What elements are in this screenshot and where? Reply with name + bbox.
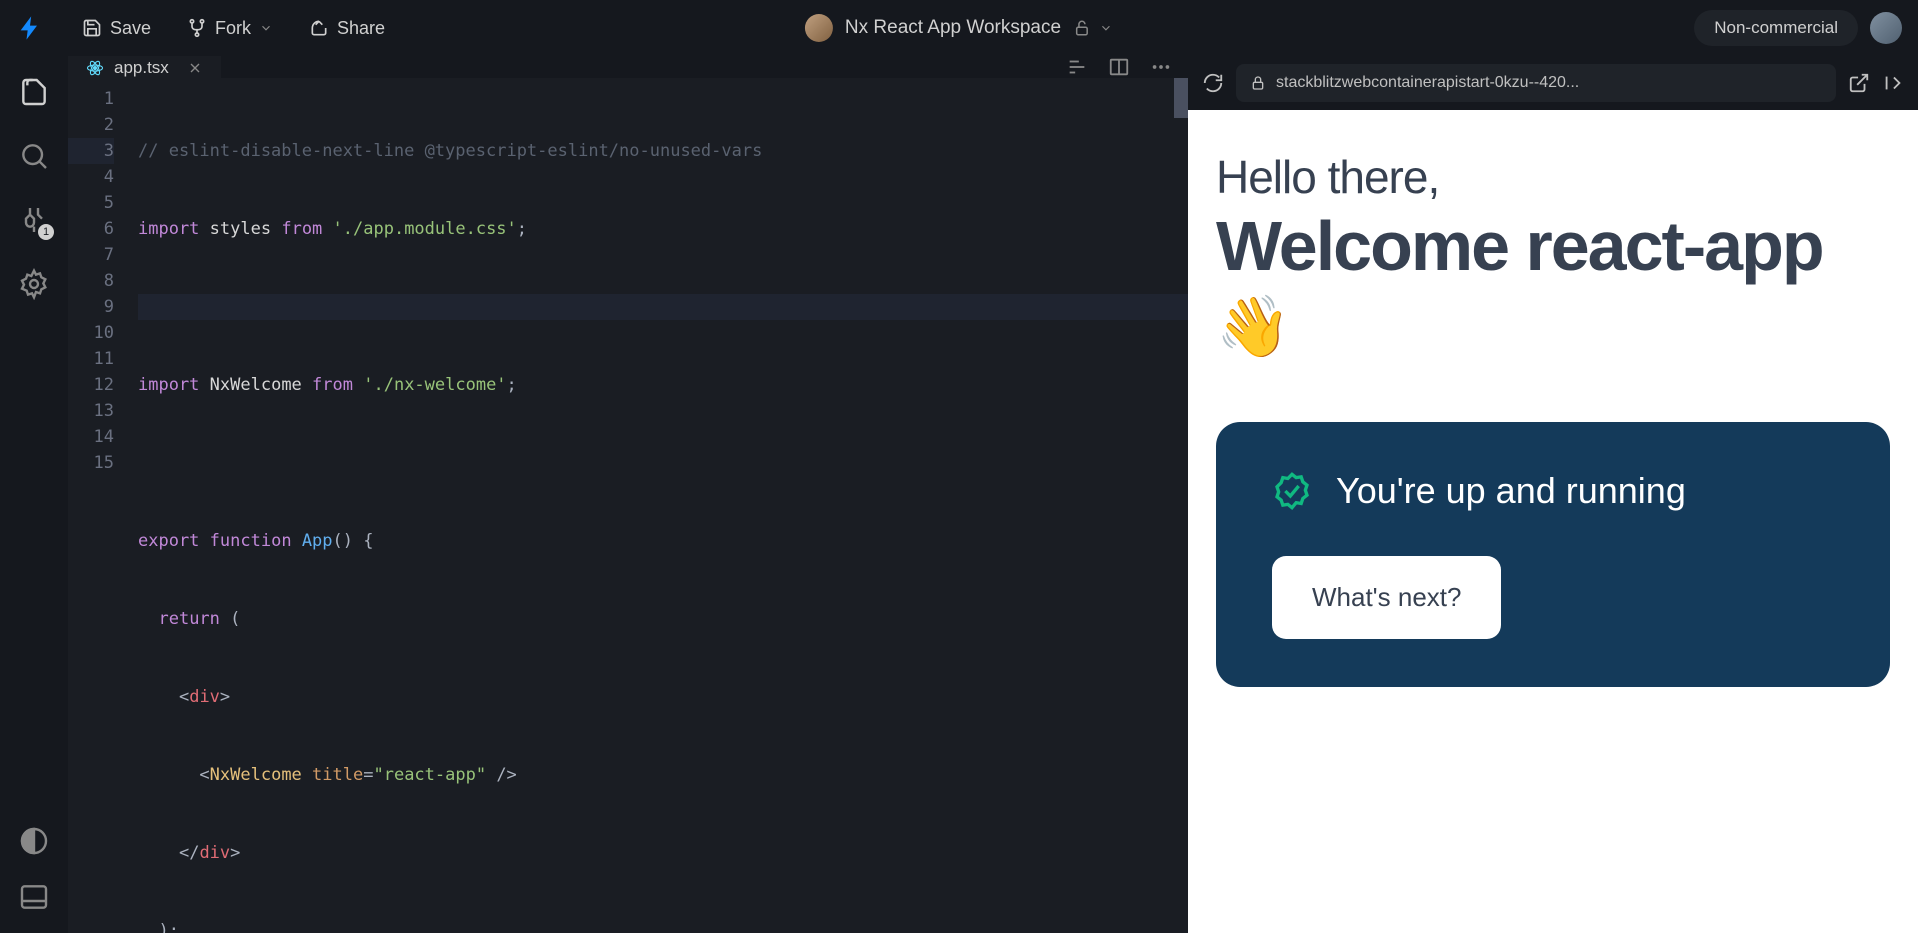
- code-content[interactable]: // eslint-disable-next-line @typescript-…: [138, 86, 1188, 933]
- collapse-icon[interactable]: [1882, 72, 1904, 94]
- activity-bar: 1: [0, 56, 68, 933]
- user-avatar[interactable]: [1870, 12, 1902, 44]
- chevron-down-icon: [259, 21, 273, 35]
- lock-icon: [1250, 75, 1266, 91]
- status-text: You're up and running: [1336, 470, 1686, 512]
- save-button[interactable]: Save: [68, 10, 165, 47]
- url-bar[interactable]: stackblitzwebcontainerapistart-0kzu--420…: [1236, 64, 1836, 102]
- preview-panel: stackblitzwebcontainerapistart-0kzu--420…: [1188, 56, 1918, 933]
- workspace-avatar: [805, 14, 833, 42]
- code-editor[interactable]: 1 2 3 4 5 6 7 8 9 10 11 12 13 14 15 // e…: [68, 78, 1188, 933]
- more-icon[interactable]: [1150, 56, 1172, 78]
- tab-filename: app.tsx: [114, 58, 169, 78]
- stackblitz-logo-icon: [16, 14, 44, 42]
- ports-icon[interactable]: 1: [18, 204, 50, 236]
- split-editor-icon[interactable]: [1108, 56, 1130, 78]
- whats-next-button[interactable]: What's next?: [1272, 556, 1501, 639]
- react-file-icon: [86, 59, 104, 77]
- status-card: You're up and running What's next?: [1216, 422, 1890, 687]
- share-icon: [309, 18, 329, 38]
- whats-next-label: What's next?: [1312, 582, 1461, 612]
- preview-content: Hello there, Welcome react-app 👋 You're …: [1188, 110, 1918, 933]
- reload-icon[interactable]: [1202, 72, 1224, 94]
- editor-area: app.tsx 1 2 3: [68, 56, 1188, 933]
- top-menu-bar: Save Fork Share Nx React App Workspace: [0, 0, 1918, 56]
- workspace-visibility[interactable]: [1073, 19, 1113, 37]
- file-tab[interactable]: app.tsx: [68, 56, 221, 78]
- prettier-icon[interactable]: [1066, 56, 1088, 78]
- license-label: Non-commercial: [1714, 18, 1838, 37]
- check-badge-icon: [1272, 471, 1312, 511]
- share-label: Share: [337, 18, 385, 39]
- fork-label: Fork: [215, 18, 251, 39]
- welcome-heading: Welcome react-app 👋: [1216, 208, 1890, 362]
- fork-button[interactable]: Fork: [173, 10, 287, 47]
- share-button[interactable]: Share: [295, 10, 399, 47]
- settings-nav-icon[interactable]: [18, 268, 50, 300]
- top-bar-left: Save Fork Share: [16, 10, 399, 47]
- open-external-icon[interactable]: [1848, 72, 1870, 94]
- chevron-down-icon: [1099, 21, 1113, 35]
- hello-heading: Hello there,: [1216, 150, 1890, 204]
- wave-emoji: 👋: [1216, 293, 1289, 360]
- preview-url: stackblitzwebcontainerapistart-0kzu--420…: [1276, 74, 1579, 92]
- save-label: Save: [110, 18, 151, 39]
- main-area: 1: [0, 56, 1918, 933]
- workspace-title: Nx React App Workspace: [845, 17, 1061, 39]
- save-icon: [82, 18, 102, 38]
- minimap[interactable]: [1174, 78, 1188, 118]
- license-badge[interactable]: Non-commercial: [1694, 10, 1858, 46]
- panel-icon[interactable]: [18, 881, 50, 913]
- workspace-title-area[interactable]: Nx React App Workspace: [805, 14, 1113, 42]
- tab-actions: [1066, 56, 1188, 78]
- fork-icon: [187, 18, 207, 38]
- unlock-icon: [1073, 19, 1091, 37]
- search-nav-icon[interactable]: [18, 140, 50, 172]
- preview-toolbar: stackblitzwebcontainerapistart-0kzu--420…: [1188, 56, 1918, 110]
- explorer-icon[interactable]: [18, 76, 50, 108]
- theme-icon[interactable]: [18, 825, 50, 857]
- tab-bar: app.tsx: [68, 56, 1188, 78]
- close-icon[interactable]: [187, 60, 203, 76]
- top-bar-right: Non-commercial: [1694, 10, 1902, 46]
- ports-badge: 1: [38, 224, 54, 240]
- line-gutter: 1 2 3 4 5 6 7 8 9 10 11 12 13 14 15: [68, 86, 138, 933]
